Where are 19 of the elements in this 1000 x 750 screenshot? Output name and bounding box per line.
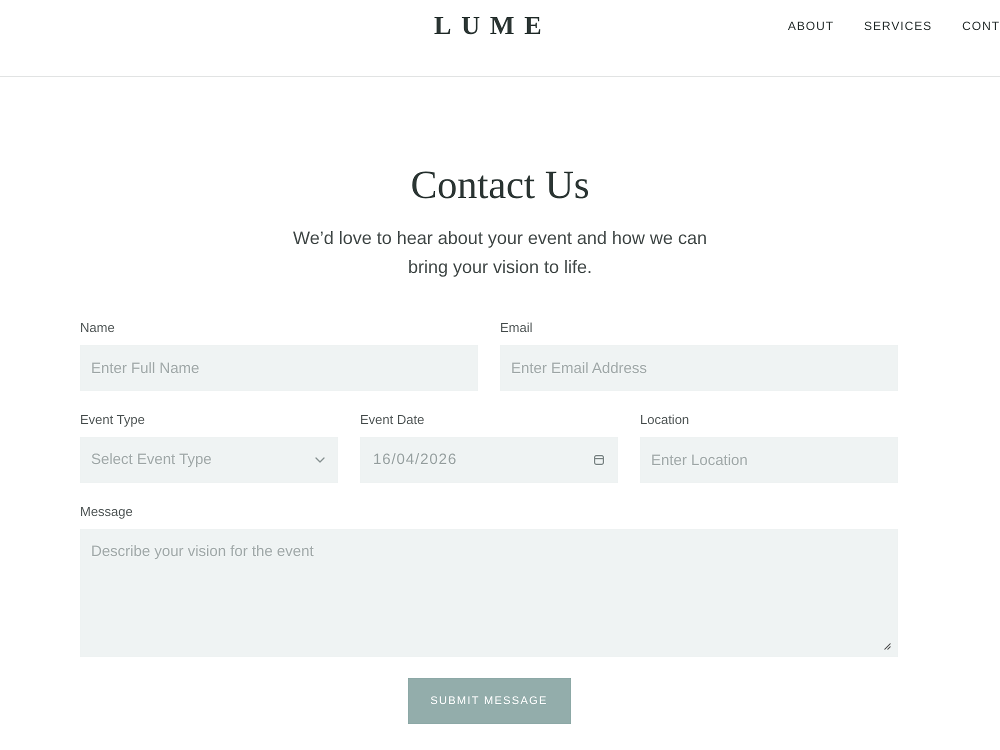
field-label: Email bbox=[500, 320, 534, 336]
nav-link[interactable]: SERVICES bbox=[864, 18, 932, 34]
text-field[interactable]: Enter Full Name bbox=[80, 345, 478, 391]
text-field[interactable]: Enter Email Address bbox=[500, 345, 898, 391]
field-label: Name bbox=[80, 320, 116, 336]
calendar-icon[interactable] bbox=[594, 455, 604, 465]
page-title: Contact Us bbox=[410, 161, 590, 209]
chevron-down-icon bbox=[315, 457, 325, 463]
resize-grip-icon[interactable] bbox=[884, 643, 891, 650]
nav-link[interactable]: CONT bbox=[962, 18, 1000, 34]
field-label: Message bbox=[80, 504, 134, 520]
page-subtitle: We’d love to hear about your event and how we can bring your vision to life. bbox=[292, 227, 708, 279]
field-label: Event Date bbox=[360, 412, 426, 428]
message-field[interactable]: Describe your vision for the event bbox=[80, 529, 898, 657]
field-label: Event Type bbox=[80, 412, 146, 428]
text-field[interactable]: Enter Location bbox=[640, 437, 898, 483]
site-logo[interactable]: LUME bbox=[434, 10, 552, 40]
field-label: Location bbox=[640, 412, 690, 428]
nav-link[interactable]: ABOUT bbox=[788, 18, 834, 34]
